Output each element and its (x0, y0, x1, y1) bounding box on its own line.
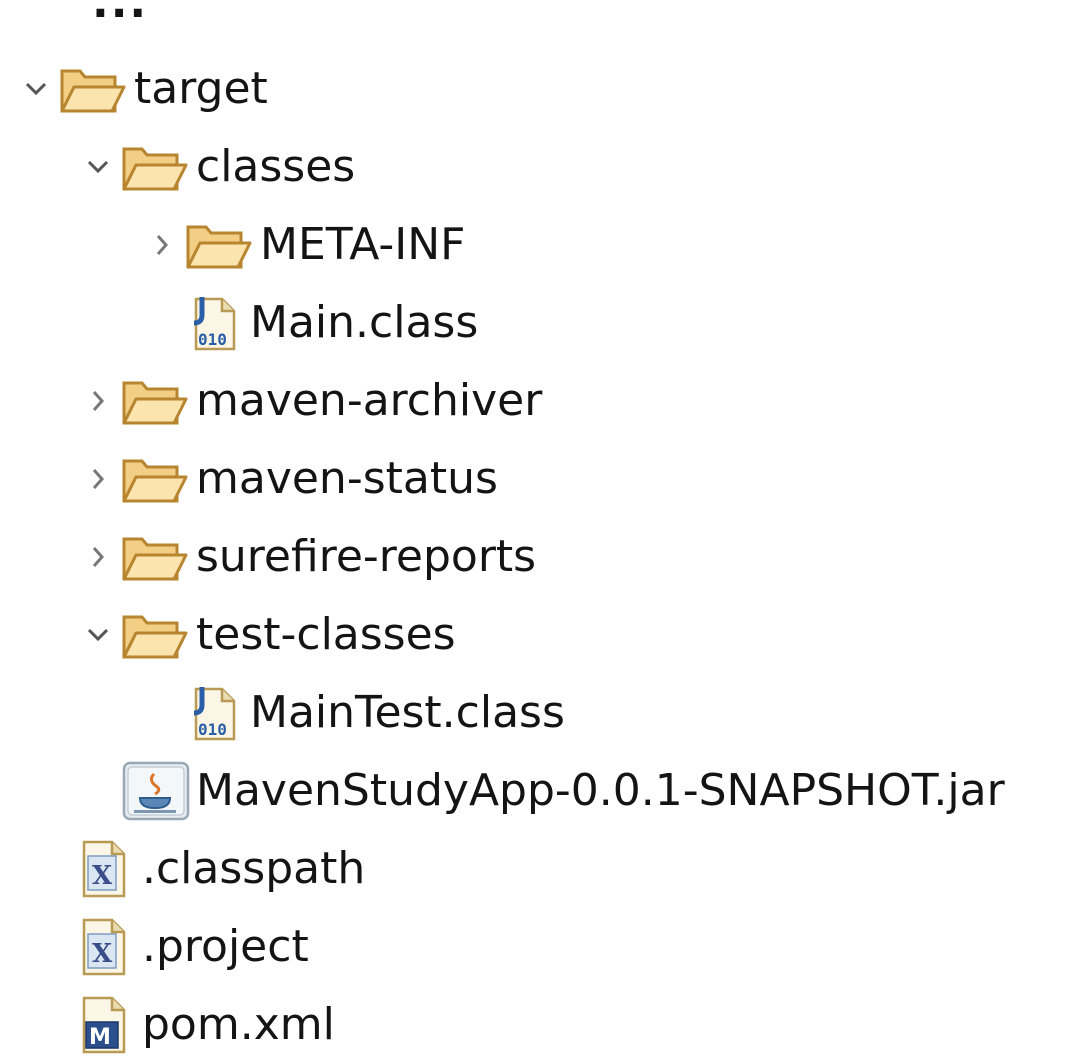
folder-icon (120, 449, 196, 509)
tree-item-label: target (134, 63, 268, 114)
tree-item-main-class[interactable]: 010 Main.class (0, 284, 1089, 362)
tree-item-surefire-reports[interactable]: surefire-reports (0, 518, 1089, 596)
jar-file-icon (120, 761, 196, 821)
folder-icon (120, 605, 196, 665)
svg-text:010: 010 (198, 330, 227, 349)
tree-item-label: test-classes (196, 609, 456, 660)
tree-item-classes[interactable]: classes (0, 128, 1089, 206)
chevron-down-icon[interactable] (76, 145, 120, 189)
folder-icon (120, 137, 196, 197)
tree-item-label: MainTest.class (250, 687, 565, 738)
svg-text:M: M (89, 1025, 111, 1050)
tree-item-target[interactable]: target (0, 50, 1089, 128)
xml-file-icon: X (76, 839, 142, 899)
tree-item-meta-inf[interactable]: META-INF (0, 206, 1089, 284)
tree-item-label: classes (196, 141, 356, 192)
tree-item-label: .project (142, 921, 309, 972)
chevron-right-icon[interactable] (76, 535, 120, 579)
svg-text:X: X (92, 861, 113, 891)
tree-item-label: MavenStudyApp-0.0.1-SNAPSHOT.jar (196, 765, 1005, 816)
tree-item-project[interactable]: X .project (0, 908, 1089, 986)
tree-item-maven-archiver[interactable]: maven-archiver (0, 362, 1089, 440)
chevron-right-icon[interactable] (76, 457, 120, 501)
xml-file-icon: X (76, 917, 142, 977)
tree-item-label: pom.xml (142, 999, 335, 1050)
svg-text:010: 010 (198, 720, 227, 739)
tree-item-test-classes[interactable]: test-classes (0, 596, 1089, 674)
tree-item-maven-status[interactable]: maven-status (0, 440, 1089, 518)
folder-icon (120, 371, 196, 431)
overflow-ellipsis: ... (92, 0, 149, 28)
folder-icon (184, 215, 260, 275)
maven-pom-icon: M (76, 995, 142, 1055)
chevron-down-icon[interactable] (14, 67, 58, 111)
chevron-right-icon[interactable] (140, 223, 184, 267)
chevron-down-icon[interactable] (76, 613, 120, 657)
tree-item-pom-xml[interactable]: M pom.xml (0, 986, 1089, 1064)
tree-item-jar[interactable]: MavenStudyApp-0.0.1-SNAPSHOT.jar (0, 752, 1089, 830)
project-explorer-tree: target classes META-INF 010 Main.class m… (0, 50, 1089, 1064)
tree-item-classpath[interactable]: X .classpath (0, 830, 1089, 908)
tree-item-label: .classpath (142, 843, 366, 894)
tree-item-label: Main.class (250, 297, 479, 348)
tree-item-label: surefire-reports (196, 531, 537, 582)
tree-item-label: maven-archiver (196, 375, 543, 426)
svg-text:X: X (92, 939, 113, 969)
folder-icon (120, 527, 196, 587)
chevron-right-icon[interactable] (76, 379, 120, 423)
tree-item-label: maven-status (196, 453, 498, 504)
tree-item-maintest-class[interactable]: 010 MainTest.class (0, 674, 1089, 752)
java-class-file-icon: 010 (184, 293, 250, 353)
tree-item-label: META-INF (260, 219, 466, 270)
folder-icon (58, 59, 134, 119)
java-class-file-icon: 010 (184, 683, 250, 743)
